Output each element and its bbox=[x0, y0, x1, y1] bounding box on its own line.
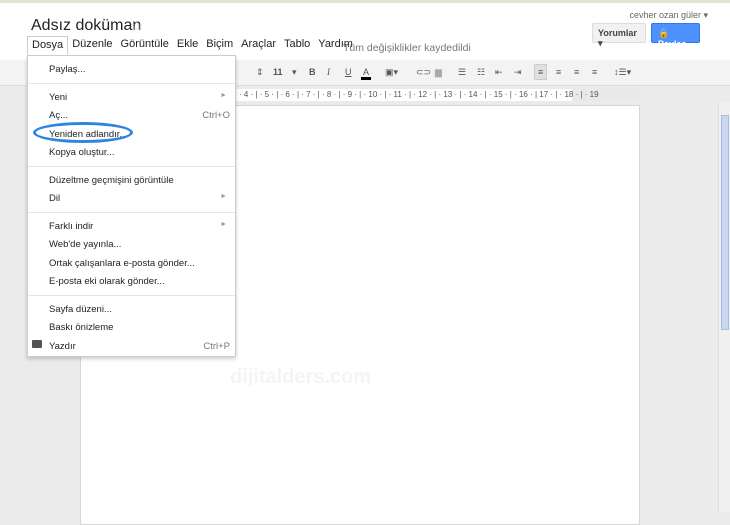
scrollbar-thumb[interactable] bbox=[721, 115, 729, 330]
chevron-down-icon[interactable]: ▾ bbox=[292, 67, 297, 78]
menu-format[interactable]: Biçim bbox=[202, 36, 237, 55]
label: Ortak çalışanlara e-posta gönder... bbox=[49, 257, 195, 269]
label: Düzeltme geçmişini görüntüle bbox=[49, 174, 174, 186]
shortcut: Ctrl+O bbox=[202, 110, 230, 121]
link-icon[interactable]: ⊂⊃ bbox=[416, 67, 431, 78]
divider bbox=[28, 165, 235, 167]
menu-item-page-setup[interactable]: Sayfa düzeni... bbox=[28, 300, 235, 319]
menu-item-make-copy[interactable]: Kopya oluştur... bbox=[28, 143, 235, 162]
menu-item-email-attachment[interactable]: E-posta eki olarak gönder... bbox=[28, 272, 235, 291]
menu-item-new[interactable]: Yeni ► bbox=[28, 88, 235, 107]
increase-indent-icon[interactable]: ⇥ bbox=[514, 67, 522, 78]
menu-table[interactable]: Tablo bbox=[280, 36, 314, 55]
star-icon[interactable]: ☆ bbox=[130, 17, 143, 35]
label: Baskı önizleme bbox=[49, 322, 114, 333]
label: Dil bbox=[49, 193, 61, 204]
bulleted-list-icon[interactable]: ☷ bbox=[477, 67, 485, 78]
menu-item-revision-history[interactable]: Düzeltme geçmişini görüntüle bbox=[28, 171, 235, 190]
justify-icon[interactable]: ≡ bbox=[592, 67, 597, 77]
highlight-color-icon[interactable]: ▣▾ bbox=[385, 67, 398, 78]
submenu-arrow-icon: ► bbox=[220, 193, 227, 200]
underline-button[interactable]: U bbox=[345, 67, 352, 77]
bold-button[interactable]: B bbox=[309, 67, 316, 77]
label: Farklı indir bbox=[49, 220, 94, 232]
line-spacing-icon[interactable]: ↕☰▾ bbox=[614, 67, 631, 78]
submenu-arrow-icon: ► bbox=[220, 220, 227, 228]
divider bbox=[28, 82, 235, 84]
italic-button[interactable]: I bbox=[327, 67, 330, 77]
save-status: Tüm değişiklikler kaydedildi bbox=[343, 42, 471, 54]
image-icon[interactable]: ▆ bbox=[435, 67, 442, 78]
font-size-select[interactable]: 11 bbox=[273, 67, 283, 77]
numbered-list-icon[interactable]: ☰ bbox=[458, 67, 466, 78]
text-color-button[interactable]: A bbox=[361, 67, 372, 80]
menu-item-download-as[interactable]: Farklı indir ► bbox=[28, 217, 235, 236]
label: E-posta eki olarak gönder... bbox=[49, 276, 165, 287]
document-title[interactable]: Adsız doküman bbox=[31, 17, 141, 35]
file-menu-dropdown: Paylaş... Yeni ► Aç... Ctrl+O Yeniden adla… bbox=[27, 55, 236, 357]
menu-insert[interactable]: Ekle bbox=[173, 36, 202, 55]
comments-button[interactable]: Yorumlar ▾ bbox=[592, 23, 646, 48]
menu-item-publish[interactable]: Web'de yayınla... bbox=[28, 235, 235, 254]
share-button[interactable]: 🔒 Paylaş bbox=[651, 23, 700, 49]
user-account-menu[interactable]: cevher ozan güler ▾ bbox=[629, 10, 708, 21]
menubar: Dosya Düzenle Görüntüle Ekle Biçim Araçl… bbox=[27, 36, 357, 55]
menu-edit[interactable]: Düzenle bbox=[68, 36, 116, 55]
label: Paylaş... bbox=[49, 64, 86, 75]
align-center-icon[interactable]: ≡ bbox=[556, 67, 561, 77]
menu-item-open[interactable]: Aç... Ctrl+O bbox=[28, 106, 235, 125]
menu-item-share[interactable]: Paylaş... bbox=[28, 60, 235, 79]
menu-item-language[interactable]: Dil ► bbox=[28, 189, 235, 208]
menu-help[interactable]: Yardım bbox=[314, 36, 357, 55]
decrease-indent-icon[interactable]: ⇤ bbox=[495, 67, 503, 78]
label: Yazdır bbox=[49, 340, 76, 352]
ruler-ticks: · 4 · | · 5 · | · 6 · | · 7 · | · 8 · | … bbox=[239, 90, 599, 99]
menu-view[interactable]: Görüntüle bbox=[117, 36, 173, 55]
menu-tools[interactable]: Araçlar bbox=[237, 36, 280, 55]
menu-item-print[interactable]: Yazdır Ctrl+P bbox=[28, 337, 235, 356]
shortcut: Ctrl+P bbox=[203, 340, 230, 352]
watermark: dijitalders.com bbox=[230, 366, 372, 388]
align-left-icon[interactable]: ≡ bbox=[534, 64, 548, 80]
align-right-icon[interactable]: ≡ bbox=[574, 67, 579, 77]
printer-icon bbox=[32, 339, 42, 348]
label: Web'de yayınla... bbox=[49, 239, 122, 250]
submenu-arrow-icon: ► bbox=[220, 91, 227, 99]
label: Yeni bbox=[49, 91, 68, 103]
menu-item-print-preview[interactable]: Baskı önizleme bbox=[28, 318, 235, 337]
menu-item-email-collaborators[interactable]: Ortak çalışanlara e-posta gönder... bbox=[28, 254, 235, 273]
menu-file[interactable]: Dosya bbox=[27, 36, 69, 55]
vertical-scrollbar[interactable] bbox=[718, 103, 730, 512]
label: Sayfa düzeni... bbox=[49, 303, 112, 315]
label: Kopya oluştur... bbox=[49, 147, 115, 158]
divider bbox=[28, 211, 235, 213]
label: Aç... bbox=[49, 110, 69, 121]
divider bbox=[28, 294, 235, 296]
font-stepper-icon[interactable]: ⇕ bbox=[256, 67, 264, 78]
highlight-ring-annotation bbox=[33, 122, 133, 143]
